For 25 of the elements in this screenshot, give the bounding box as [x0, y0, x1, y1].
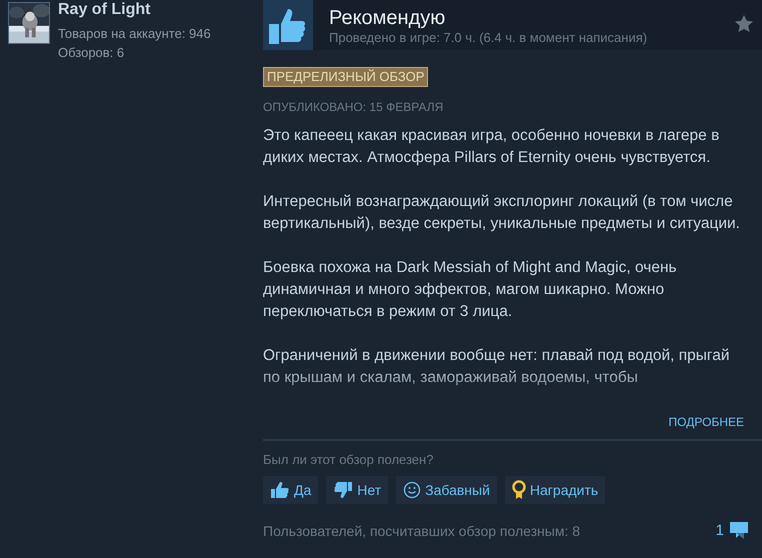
user-name[interactable]: Ray of Light	[58, 0, 211, 20]
early-access-badge: ПРЕДРЕЛИЗНЫЙ ОБЗОР	[263, 67, 428, 87]
award-button[interactable]: Наградить	[504, 476, 606, 504]
review-count: Обзоров: 6	[58, 44, 126, 62]
thumbs-up-icon	[270, 481, 290, 499]
helpful-count: Пользователей, посчитавших обзор полезным: 8	[263, 522, 580, 540]
smiley-icon	[403, 481, 422, 499]
vote-button[interactable]: Нет	[326, 476, 388, 504]
star-icon[interactable]	[734, 14, 754, 34]
published-date: ОПУБЛИКОВАНО: 15 ФЕВРАЛЯ	[263, 100, 444, 115]
read-more-link[interactable]: ПОДРОБНЕЕ	[668, 415, 744, 429]
helpful-question: Был ли этот обзор полезен?	[263, 452, 434, 468]
verdict-title: Рекомендую	[329, 6, 446, 30]
playtime: Проведено в игре: 7.0 ч. (6.4 ч. в момент написания)	[329, 30, 648, 46]
award-ribbon-icon	[512, 480, 526, 500]
review-paragraph: Интересный вознаграждающий эксплоринг локаций (в том числе вертикальный), везде секреты, уникальные предметы и ситуации.	[263, 192, 741, 234]
review-paragraph: Боевка похожа на Dark Messiah of Might and Magic, очень динамичная и много эффектов, магом шикарно. Можно переключаться в режим от 3 лица.	[263, 258, 678, 322]
product-count: Товаров на аккаунте: 946	[58, 25, 211, 43]
review-paragraph: Ограничений в движении вообще нет: плавай под водой, прыгай по крышам и скалам, замораживай водоемы, чтобы	[263, 346, 731, 388]
thumbs-down-icon	[333, 481, 354, 499]
comment-icon[interactable]	[728, 521, 750, 542]
comment-count[interactable]: 1	[716, 520, 724, 542]
review-paragraph: Это капееец какая красивая игра, особенно ночевки в лагере в диких местах. Атмосфера Pillars of Eternity очень чувствуется.	[263, 126, 720, 168]
vote-button[interactable]: Забавный	[396, 476, 497, 504]
vote-button[interactable]: Да	[263, 476, 318, 504]
